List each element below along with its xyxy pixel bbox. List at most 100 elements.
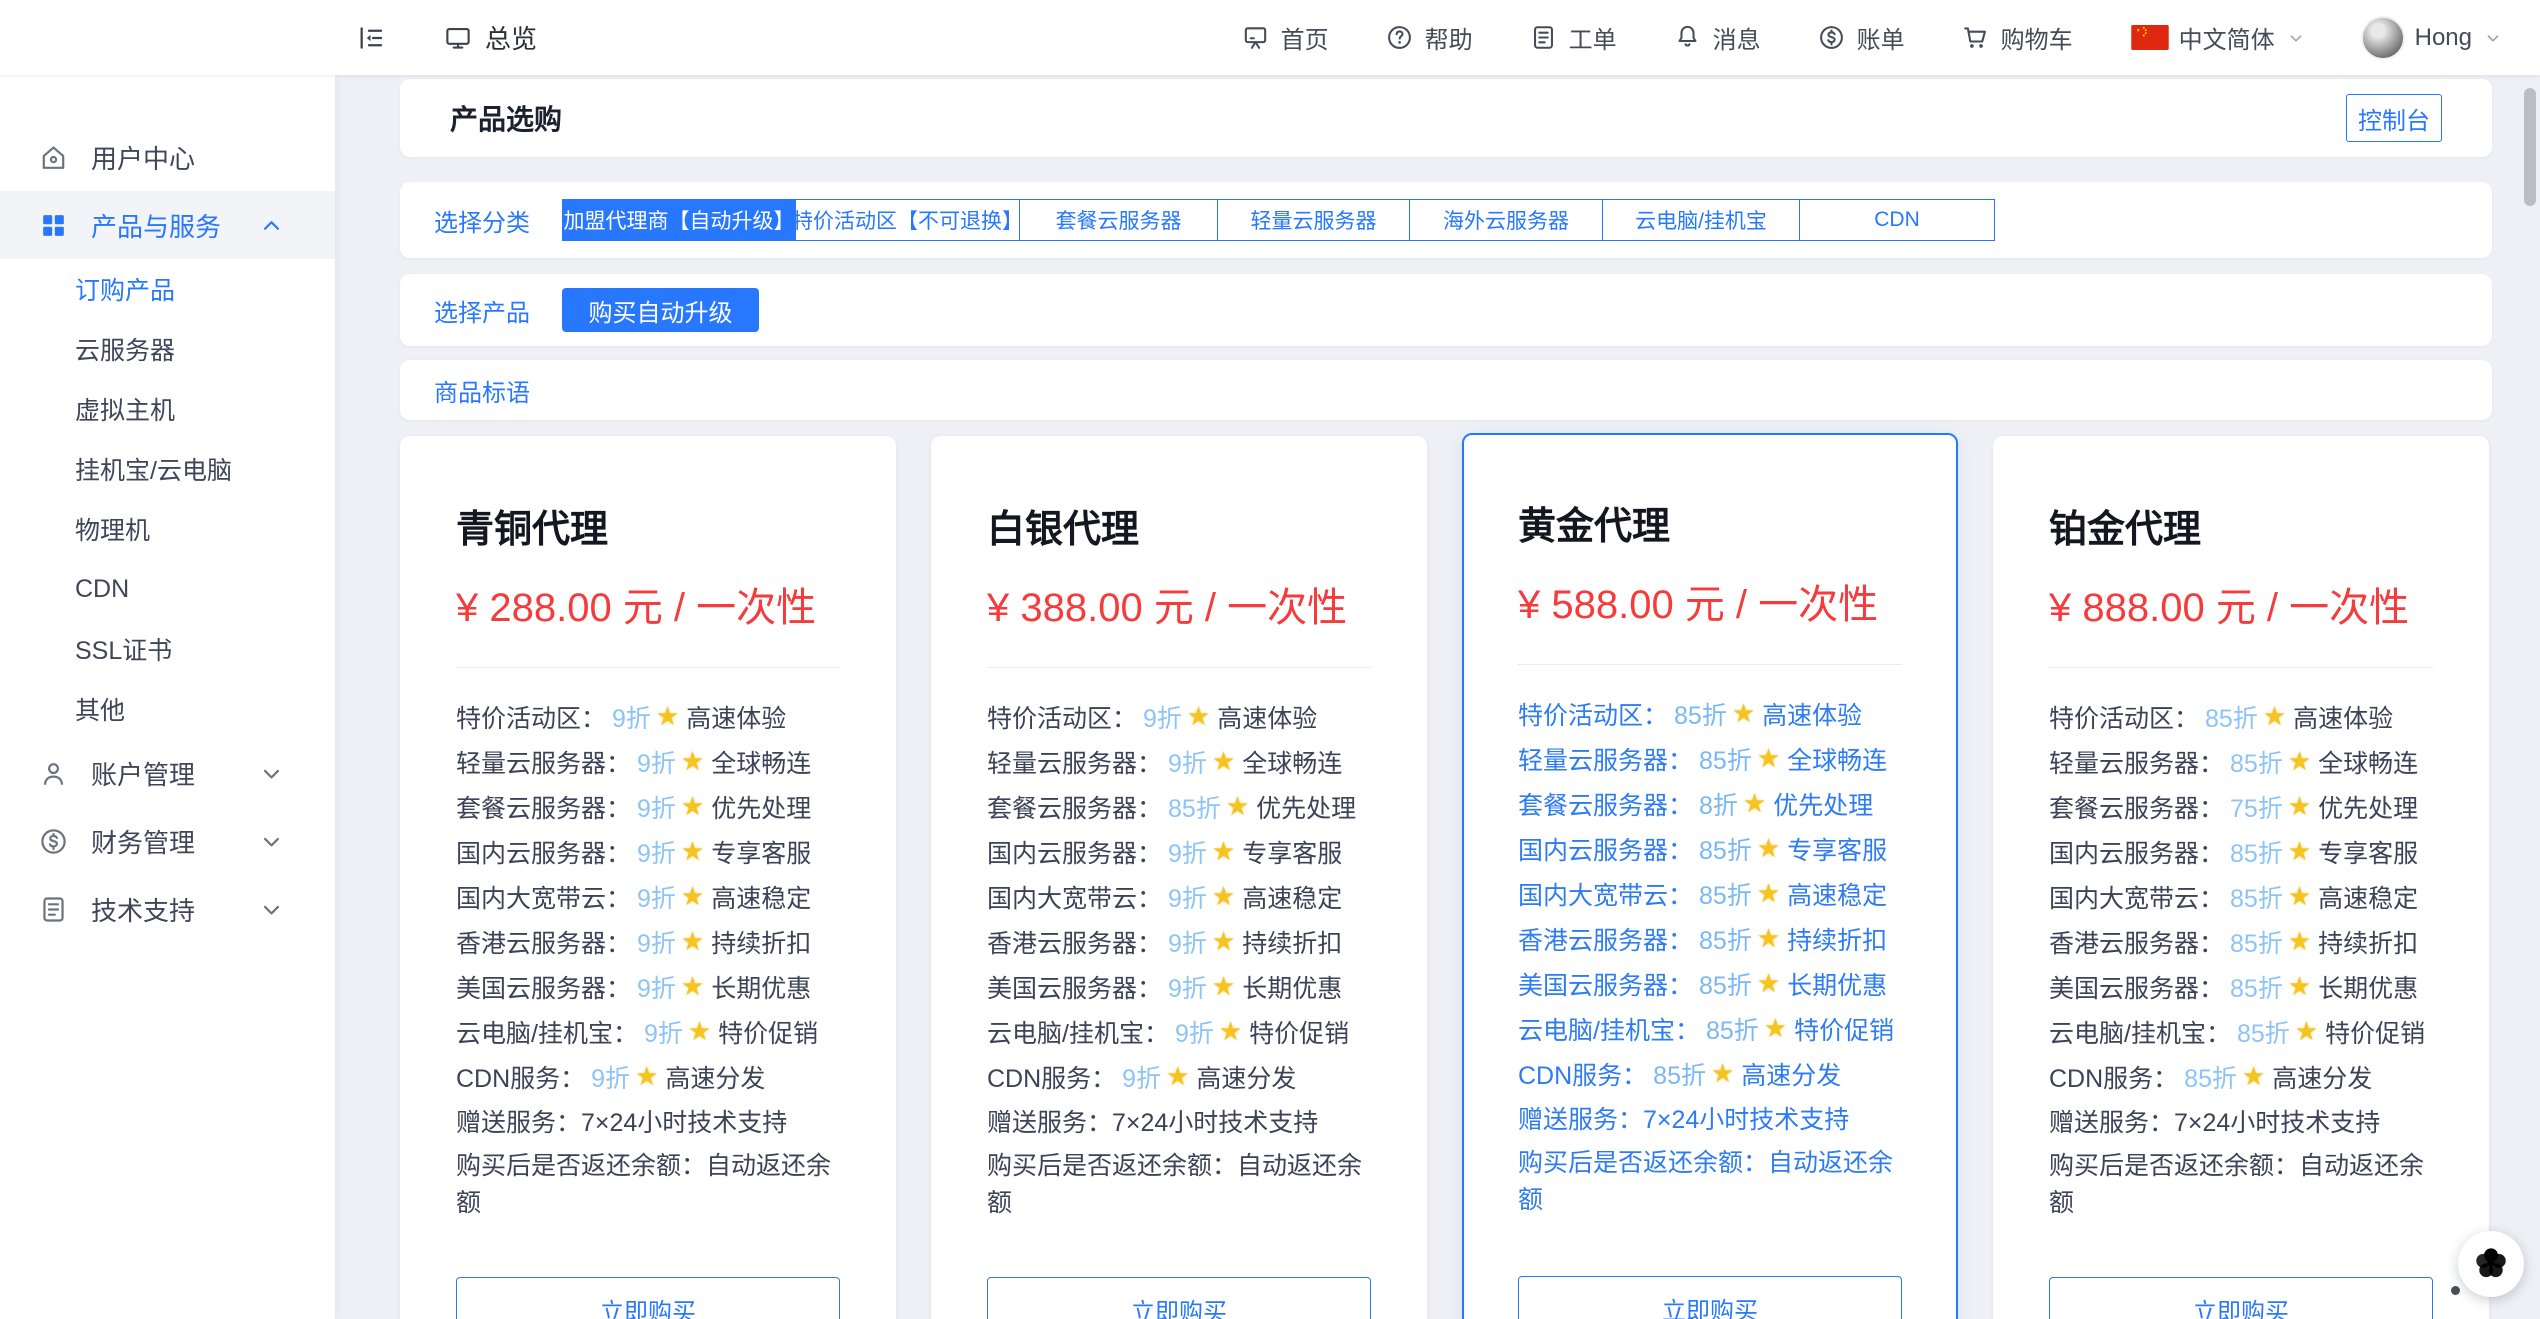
feature-note: 持续折扣 — [1787, 926, 1888, 955]
user-menu[interactable]: Hong — [2360, 15, 2504, 60]
china-flag-icon — [2130, 25, 2169, 50]
topbar-item-bill[interactable]: 账单 — [1817, 20, 1905, 55]
sidebar-item-finance-management[interactable]: 财务管理 — [0, 807, 335, 875]
sidebar-subitem-cdn[interactable]: CDN — [0, 559, 335, 619]
feature-note: 高速体验 — [686, 704, 787, 733]
buy-now-button[interactable]: 立即购买 — [1518, 1276, 1902, 1319]
category-tab-1[interactable]: 特价活动区【不可退换】 — [792, 199, 1023, 241]
star-icon: ★ — [1763, 1013, 1788, 1043]
board-icon — [1241, 23, 1270, 52]
feature-row: 国内大宽带云： 85折 ★ 高速稳定 — [1518, 871, 1902, 916]
star-icon: ★ — [1756, 743, 1781, 773]
feature-row: 轻量云服务器： 85折 ★ 全球畅连 — [1518, 736, 1902, 781]
overview-tab[interactable]: 总览 — [443, 19, 537, 56]
feature-row: 轻量云服务器： 9折 ★ 全球畅连 — [987, 739, 1371, 784]
star-icon: ★ — [1211, 836, 1236, 866]
feature-discount: 9折 — [1122, 1064, 1162, 1093]
feature-label: 轻量云服务器： — [1518, 746, 1694, 775]
feature-discount: 9折 — [637, 749, 676, 778]
divider — [987, 667, 1371, 668]
console-button[interactable]: 控制台 — [2346, 94, 2442, 142]
star-icon: ★ — [2241, 1061, 2266, 1091]
language-switcher[interactable]: 中文简体 — [2130, 20, 2307, 55]
sidebar-item-label: 财务管理 — [91, 827, 196, 858]
sidebar-subitem-virtual-host[interactable]: 虚拟主机 — [0, 379, 335, 439]
topbar-item-cart[interactable]: 购物车 — [1961, 20, 2073, 55]
star-icon: ★ — [1756, 923, 1781, 953]
feature-discount: 85折 — [1699, 926, 1752, 955]
feature-note: 长期优惠 — [1787, 971, 1888, 1000]
star-icon: ★ — [655, 701, 680, 731]
feature-row: 特价活动区： 9折 ★ 高速体验 — [987, 694, 1371, 739]
buy-now-button[interactable]: 立即购买 — [2049, 1277, 2433, 1319]
sidebar-item-products-services[interactable]: 产品与服务 — [0, 191, 335, 259]
scrollbar-thumb[interactable] — [2524, 88, 2536, 206]
feature-label: 套餐云服务器： — [456, 794, 632, 823]
product-card-bronze: 青铜代理 ¥ 288.00 元 / 一次性 特价活动区： 9折 ★ 高速体验 轻量云服务器：… — [400, 436, 896, 1319]
sidebar-item-label: 账户管理 — [91, 759, 196, 790]
topbar-item-message[interactable]: 消息 — [1673, 20, 1761, 55]
product-card-gold: 黄金代理 ¥ 588.00 元 / 一次性 特价活动区： 85折 ★ 高速体验 轻量云服务器… — [1462, 433, 1958, 1319]
floating-assistant-button[interactable] — [2458, 1231, 2524, 1297]
star-icon: ★ — [1756, 878, 1781, 908]
sidebar-subitem-other[interactable]: 其他 — [0, 679, 335, 739]
category-tab-4[interactable]: 海外云服务器 — [1409, 199, 1603, 241]
bell-icon — [1673, 23, 1702, 52]
feature-label: 香港云服务器： — [1518, 926, 1694, 955]
feature-extra: 赠送服务：7×24小时技术支持 — [2049, 1109, 2381, 1137]
feature-discount: 9折 — [1168, 749, 1207, 778]
feature-discount: 85折 — [1705, 1016, 1759, 1045]
sidebar-subitem-cloud-server[interactable]: 云服务器 — [0, 319, 335, 379]
category-tab-5[interactable]: 云电脑/挂机宝 — [1602, 199, 1800, 241]
sidebar-item-label: 产品与服务 — [91, 211, 222, 242]
feature-note: 高速稳定 — [1787, 881, 1888, 910]
sidebar-subitem-ssl-cert[interactable]: SSL证书 — [0, 619, 335, 679]
feature-label: 轻量云服务器： — [2049, 749, 2225, 778]
feature-label: 套餐云服务器： — [1518, 791, 1694, 820]
feature-note: 持续折扣 — [2318, 929, 2419, 958]
buy-upgrade-button[interactable]: 购买自动升级 — [562, 288, 759, 332]
feature-note: 高速体验 — [2293, 704, 2394, 733]
feature-discount: 9折 — [637, 839, 676, 868]
feature-row: 套餐云服务器： 85折 ★ 优先处理 — [987, 784, 1371, 829]
feature-discount: 85折 — [1699, 746, 1752, 775]
topbar-item-help[interactable]: 帮助 — [1385, 20, 1473, 55]
star-icon: ★ — [1218, 1016, 1243, 1046]
sidebar-subitem-physical-server[interactable]: 物理机 — [0, 499, 335, 559]
sidebar-subitem-order-products[interactable]: 订购产品 — [0, 259, 335, 319]
feature-row: CDN服务： 85折 ★ 高速分发 — [1518, 1051, 1902, 1096]
category-panel: 选择分类 加盟代理商【自动升级】 特价活动区【不可退换】 套餐云服务器 轻量云服务器海… — [400, 182, 2492, 258]
card-price: ¥ 288.00 元 / 一次性 — [456, 586, 817, 630]
feature-note: 全球畅连 — [1787, 746, 1888, 775]
star-icon: ★ — [1742, 788, 1767, 818]
topbar-item-ticket[interactable]: 工单 — [1529, 20, 1617, 55]
feature-row: CDN服务： 9折 ★ 高速分发 — [456, 1054, 840, 1099]
chevron-down-icon — [256, 758, 287, 789]
category-tab-0[interactable]: 加盟代理商【自动升级】 — [562, 199, 796, 241]
sidebar-item-tech-support[interactable]: 技术支持 — [0, 875, 335, 943]
feature-note: 持续折扣 — [1242, 929, 1343, 958]
category-tab-2[interactable]: 套餐云服务器 — [1019, 199, 1218, 241]
feature-label: 美国云服务器： — [987, 974, 1163, 1003]
topbar-menu: 首页 帮助 工单 消息 账单 购物车 — [1185, 20, 2073, 55]
feature-note: 全球畅连 — [2318, 749, 2419, 778]
buy-now-button[interactable]: 立即购买 — [987, 1277, 1371, 1319]
sidebar-subitem-vps-cloud-pc[interactable]: 挂机宝/云电脑 — [0, 439, 335, 499]
sidebar-item-user-center[interactable]: 用户中心 — [0, 123, 335, 191]
sidebar-item-label: 技术支持 — [91, 895, 196, 926]
buy-now-button[interactable]: 立即购买 — [456, 1277, 840, 1319]
feature-note: 特价促销 — [1794, 1016, 1895, 1045]
sidebar-item-account-management[interactable]: 账户管理 — [0, 739, 335, 807]
feature-label: 云电脑/挂机宝： — [1518, 1016, 1700, 1045]
collapse-sidebar-icon[interactable] — [355, 22, 387, 54]
category-tab-3[interactable]: 轻量云服务器 — [1217, 199, 1410, 241]
category-tab-6[interactable]: CDN — [1799, 199, 1995, 241]
floating-dot — [2451, 1286, 2460, 1295]
feature-discount: 85折 — [1699, 971, 1752, 1000]
feature-row: 特价活动区： 85折 ★ 高速体验 — [2049, 694, 2433, 739]
feature-label: 国内大宽带云： — [2049, 884, 2225, 913]
sidebar-submenu: 订购产品 云服务器 虚拟主机 挂机宝/云电脑 物理机 CDN SSL证书 其他 — [0, 259, 335, 739]
topbar-item-home[interactable]: 首页 — [1241, 20, 1329, 55]
chevron-down-icon — [2285, 27, 2307, 49]
language-label: 中文简体 — [2178, 27, 2275, 54]
